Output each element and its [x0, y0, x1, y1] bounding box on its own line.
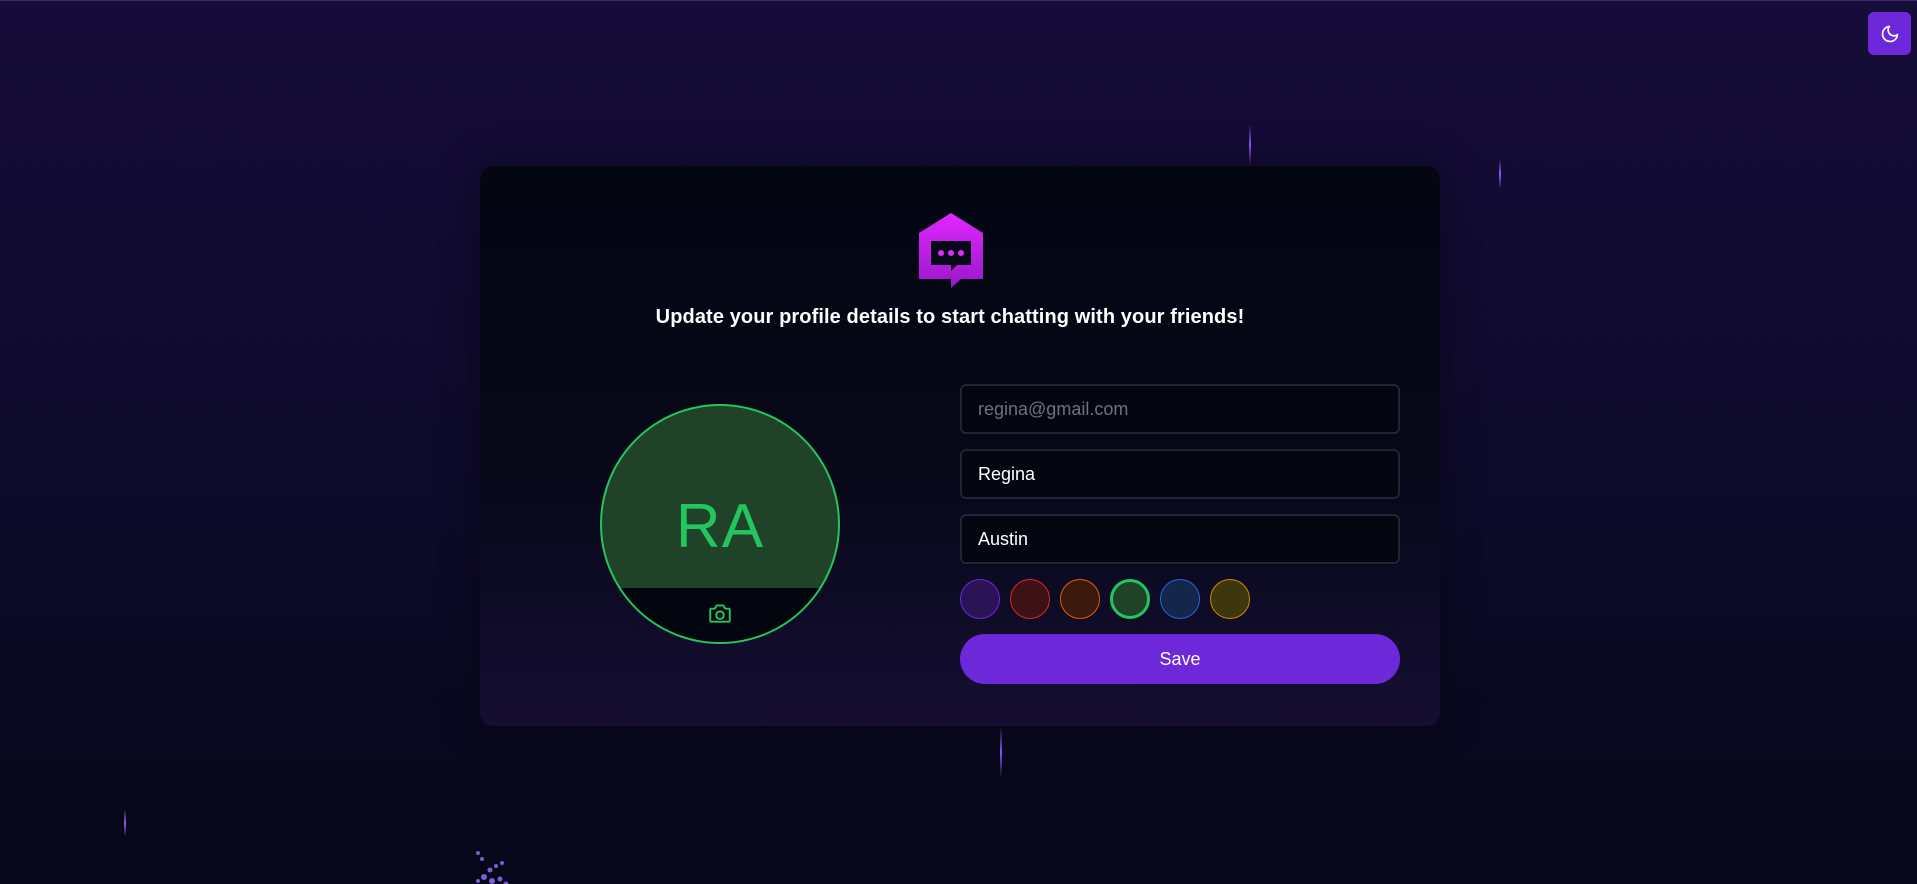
decorative-streak	[1499, 159, 1501, 189]
camera-icon	[709, 604, 731, 623]
first-name-field[interactable]	[960, 449, 1400, 499]
color-swatch-green[interactable]	[1110, 579, 1150, 619]
last-name-field[interactable]	[960, 514, 1400, 564]
color-swatch-purple[interactable]	[960, 579, 1000, 619]
color-swatch-blue[interactable]	[1160, 579, 1200, 619]
avatar[interactable]: RA	[600, 404, 840, 644]
save-button[interactable]: Save	[960, 634, 1400, 684]
color-swatch-orange[interactable]	[1060, 579, 1100, 619]
color-swatch-yellow[interactable]	[1210, 579, 1250, 619]
decorative-streak	[1000, 726, 1002, 778]
moon-icon	[1881, 25, 1898, 42]
decorative-streak	[1249, 124, 1251, 166]
chat-house-logo	[919, 213, 983, 288]
color-swatch-red[interactable]	[1010, 579, 1050, 619]
avatar-upload-button[interactable]	[602, 588, 838, 642]
decorative-dots	[476, 851, 509, 884]
email-field[interactable]	[960, 384, 1400, 434]
page-headline: Update your profile details to start cha…	[655, 306, 1245, 328]
theme-toggle-button[interactable]	[1868, 12, 1911, 55]
profile-card: Update your profile details to start cha…	[480, 166, 1440, 726]
avatar-initials: RA	[675, 492, 765, 561]
decorative-streak	[124, 809, 126, 837]
color-picker	[960, 579, 1250, 619]
